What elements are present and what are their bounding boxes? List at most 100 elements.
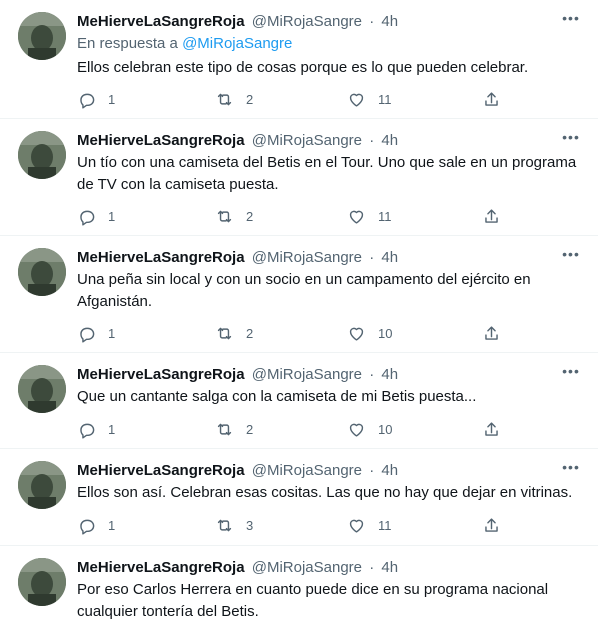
like-count: 11 (378, 208, 392, 224)
timestamp[interactable]: 4h (381, 132, 398, 149)
avatar[interactable] (18, 461, 66, 509)
share-button[interactable] (482, 323, 501, 343)
reply-count: 1 (108, 91, 116, 107)
more-icon[interactable]: ••• (560, 11, 582, 30)
avatar[interactable] (18, 131, 66, 179)
avatar[interactable] (18, 365, 66, 413)
share-icon (485, 421, 498, 436)
like-button[interactable]: 10 (347, 419, 392, 439)
display-name[interactable]: MeHierveLaSangreRoja (77, 559, 245, 576)
retweet-icon (217, 519, 232, 531)
reply-icon (80, 93, 95, 109)
timestamp[interactable]: 4h (381, 249, 398, 266)
retweet-icon (217, 93, 232, 105)
separator: · (369, 462, 375, 479)
handle[interactable]: @MiRojaSangre (252, 559, 362, 576)
reply-icon (80, 519, 95, 535)
reply-icon (80, 327, 95, 343)
reply-button[interactable]: 1 (77, 206, 115, 226)
action-bar: 1 2 10 (77, 419, 507, 439)
avatar[interactable] (18, 248, 66, 296)
avatar[interactable] (18, 12, 66, 60)
display-name[interactable]: MeHierveLaSangreRoja (77, 462, 245, 479)
tweet[interactable]: MeHierveLaSangreRoja @MiRojaSangre · 4h … (0, 236, 598, 353)
action-bar: 1 3 11 (77, 515, 507, 535)
reply-button[interactable]: 1 (77, 323, 115, 343)
retweet-button[interactable]: 2 (215, 206, 253, 226)
more-icon[interactable]: ••• (560, 247, 582, 266)
tweet[interactable]: MeHierveLaSangreRoja @MiRojaSangre · 4h … (0, 449, 598, 546)
like-icon (349, 210, 364, 224)
like-count: 10 (378, 421, 393, 437)
separator: · (369, 13, 375, 30)
separator: · (369, 132, 375, 149)
like-count: 11 (378, 517, 392, 533)
like-icon (349, 519, 364, 533)
retweet-count: 2 (246, 421, 254, 437)
tweet[interactable]: MeHierveLaSangreRoja @MiRojaSangre · 4h … (0, 353, 598, 449)
share-icon (485, 91, 498, 106)
timestamp[interactable]: 4h (381, 366, 398, 383)
like-button[interactable]: 11 (347, 206, 392, 226)
handle[interactable]: @MiRojaSangre (252, 366, 362, 383)
retweet-icon (217, 423, 232, 435)
retweet-button[interactable]: 2 (215, 419, 253, 439)
more-icon[interactable]: ••• (560, 130, 582, 149)
display-name[interactable]: MeHierveLaSangreRoja (77, 13, 245, 30)
tweet[interactable]: MeHierveLaSangreRoja @MiRojaSangre · 4h … (0, 0, 598, 119)
handle[interactable]: @MiRojaSangre (252, 249, 362, 266)
retweet-button[interactable]: 3 (215, 515, 253, 535)
like-count: 11 (378, 91, 392, 107)
like-button[interactable]: 11 (347, 89, 392, 109)
reply-icon (80, 210, 95, 226)
handle[interactable]: @MiRojaSangre (252, 132, 362, 149)
action-bar: 1 2 11 (77, 206, 507, 226)
like-icon (349, 327, 364, 341)
share-button[interactable] (482, 419, 501, 439)
handle[interactable]: @MiRojaSangre (252, 13, 362, 30)
retweet-button[interactable]: 2 (215, 323, 253, 343)
display-name[interactable]: MeHierveLaSangreRoja (77, 132, 245, 149)
share-icon (485, 517, 498, 532)
share-button[interactable] (482, 89, 501, 109)
reply-button[interactable]: 1 (77, 515, 115, 535)
share-button[interactable] (482, 515, 501, 535)
like-icon (349, 423, 364, 437)
tweet-text: Una peña sin local y con un socio en un … (77, 271, 531, 310)
tweet-text: Un tío con una camiseta del Betis en el … (77, 154, 577, 193)
timestamp[interactable]: 4h (381, 13, 398, 30)
share-button[interactable] (482, 206, 501, 226)
retweet-icon (217, 327, 232, 339)
avatar[interactable] (18, 558, 66, 606)
reply-count: 1 (108, 517, 116, 533)
reply-context: En respuesta a @MiRojaSangre (77, 34, 292, 54)
share-icon (485, 208, 498, 223)
retweet-button[interactable]: 2 (215, 89, 253, 109)
tweet-thread: MeHierveLaSangreRoja @MiRojaSangre · 4h … (0, 0, 598, 626)
display-name[interactable]: MeHierveLaSangreRoja (77, 249, 245, 266)
action-bar: 1 2 11 (77, 89, 507, 109)
reply-icon (80, 423, 95, 439)
retweet-count: 2 (246, 208, 254, 224)
timestamp[interactable]: 4h (381, 559, 398, 576)
reply-button[interactable]: 1 (77, 419, 115, 439)
tweet[interactable]: MeHierveLaSangreRoja @MiRojaSangre · 4h … (0, 119, 598, 236)
timestamp[interactable]: 4h (381, 462, 398, 479)
display-name[interactable]: MeHierveLaSangreRoja (77, 366, 245, 383)
retweet-icon (217, 210, 232, 222)
more-icon[interactable]: ••• (560, 460, 582, 479)
handle[interactable]: @MiRojaSangre (252, 462, 362, 479)
share-icon (485, 325, 498, 340)
tweet-text: Ellos son así. Celebran esas cositas. La… (77, 484, 573, 501)
retweet-count: 3 (246, 517, 254, 533)
tweet-text: Que un cantante salga con la camiseta de… (77, 388, 477, 405)
tweet[interactable]: MeHierveLaSangreRoja @MiRojaSangre · 4h … (0, 546, 598, 626)
like-button[interactable]: 11 (347, 515, 392, 535)
reply-count: 1 (108, 325, 116, 341)
reply-handle-link[interactable]: @MiRojaSangre (182, 35, 292, 52)
like-button[interactable]: 10 (347, 323, 392, 343)
reply-button[interactable]: 1 (77, 89, 115, 109)
more-icon[interactable]: ••• (560, 364, 582, 383)
tweet-text: Ellos celebran este tipo de cosas porque… (77, 59, 529, 76)
tweet-text: Por eso Carlos Herrera en cuanto puede d… (77, 581, 549, 620)
